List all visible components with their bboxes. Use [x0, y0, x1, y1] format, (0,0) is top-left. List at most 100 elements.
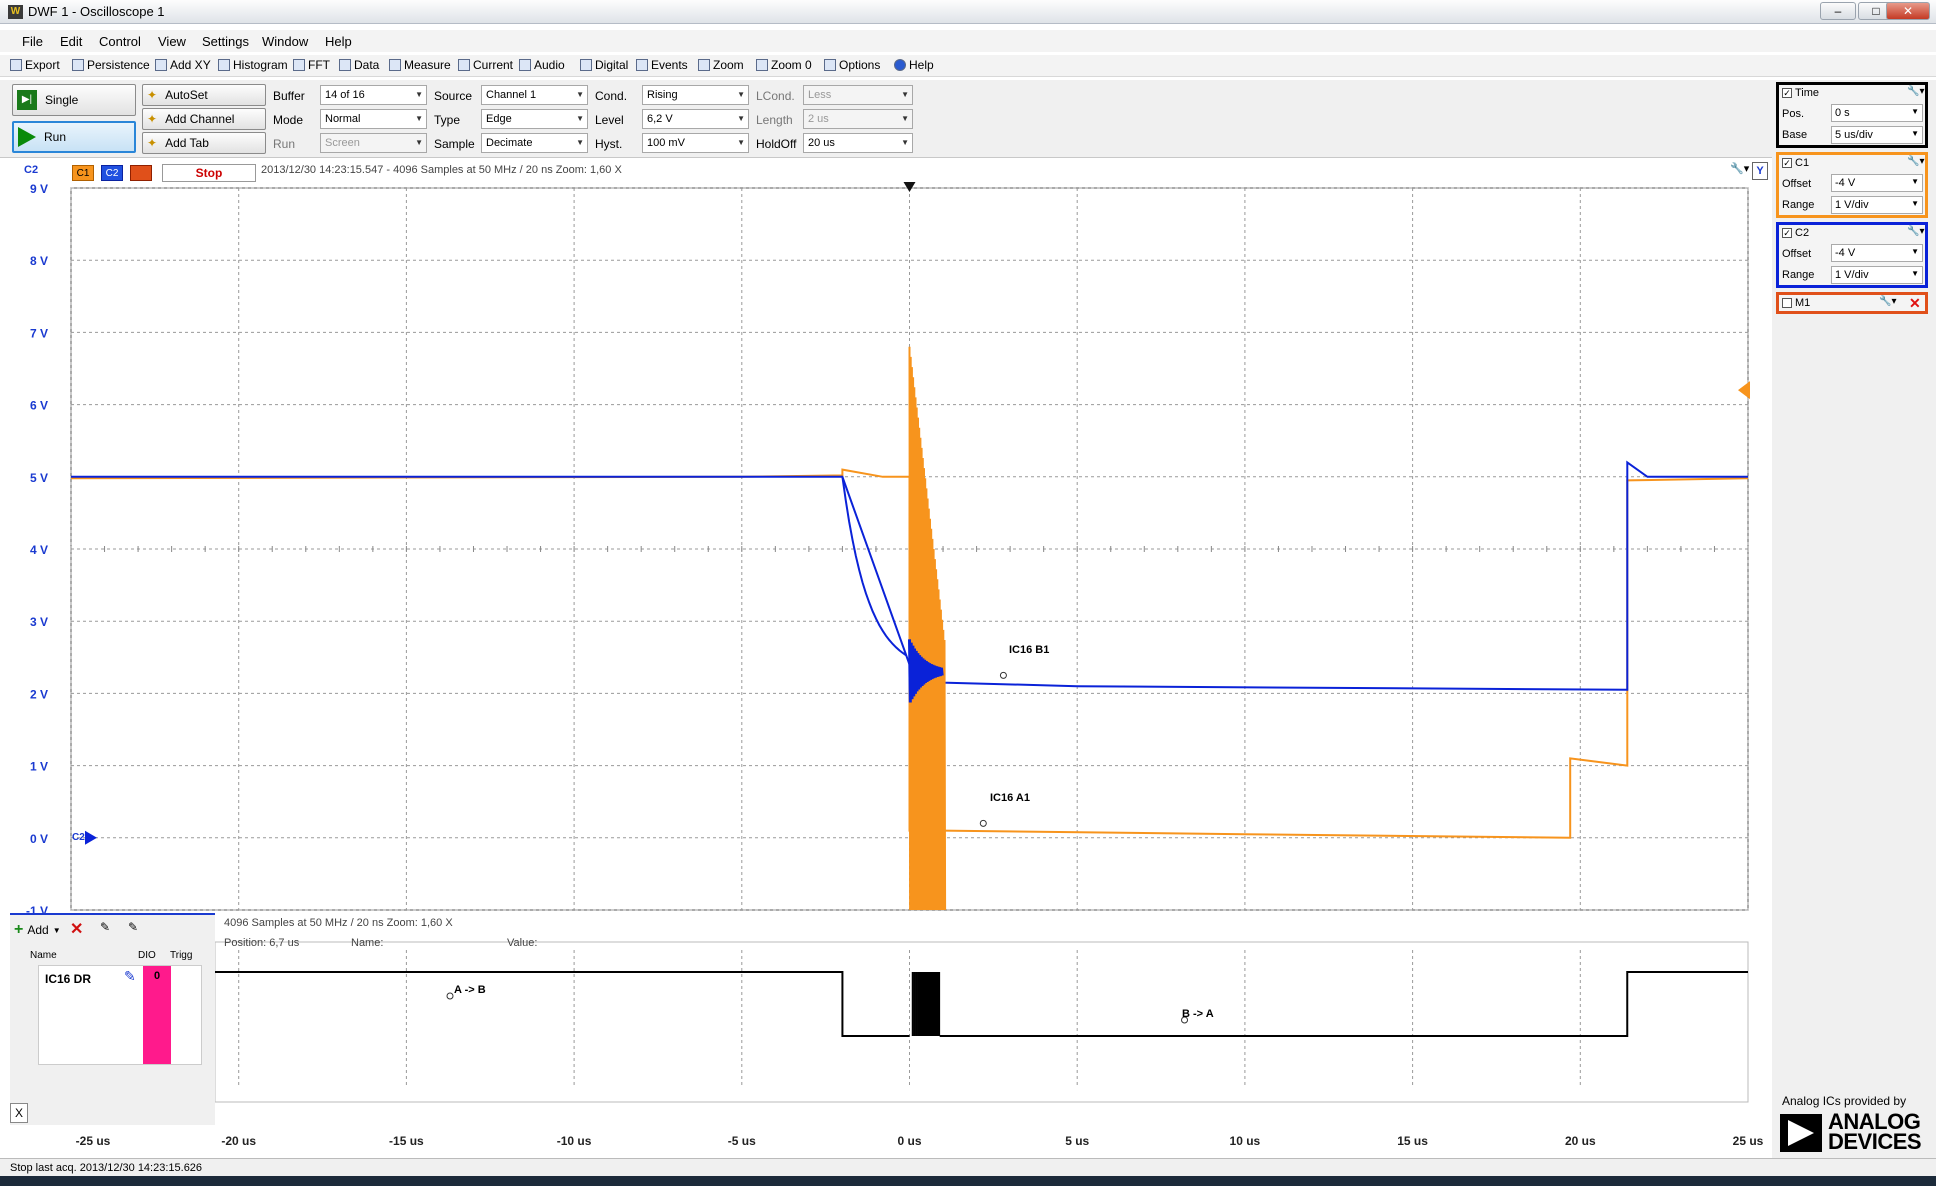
current-button[interactable]: Current [458, 58, 513, 72]
options-button[interactable]: Options [824, 58, 880, 72]
status-bar: Stop last acq. 2013/12/30 14:23:15.626 [0, 1158, 1936, 1176]
type-select[interactable]: Edge ▼ [481, 109, 588, 129]
menu-control[interactable]: Control [99, 34, 141, 49]
time-tools-icon[interactable]: 🔧▾ [1907, 86, 1924, 97]
analog-devices-logo: Analog ICs provided by ANALOG DEVICES [1780, 1094, 1930, 1154]
persistence-button[interactable]: Persistence [72, 58, 150, 72]
single-button[interactable]: ▶| Single [12, 84, 136, 116]
fft-button[interactable]: FFT [293, 58, 330, 72]
c2-header[interactable]: ✓ C2 [1782, 227, 1809, 239]
checkbox-icon: ✓ [1782, 228, 1792, 239]
data-button[interactable]: Data [339, 58, 379, 72]
help-button[interactable]: Help [894, 58, 934, 72]
single-play-icon: ▶| [17, 90, 37, 110]
y-axis-button[interactable]: Y [1752, 162, 1768, 180]
add-xy-button[interactable]: Add XY [155, 58, 211, 72]
measure-button[interactable]: Measure [389, 58, 451, 72]
pencil-icon[interactable]: ✎ [124, 968, 136, 985]
run-button[interactable]: Run [12, 121, 136, 153]
remove-icon[interactable]: ✕ [70, 919, 83, 939]
c2-tools-icon[interactable]: 🔧▾ [1907, 226, 1924, 237]
os-taskbar [0, 1176, 1936, 1186]
chevron-down-icon: ▼ [901, 138, 909, 147]
source-label: Source [434, 89, 473, 103]
logic-add-button[interactable]: + Add ▼ [14, 921, 61, 939]
y-tick-label: 9 V [30, 182, 48, 196]
x-axis-button[interactable]: X [10, 1103, 28, 1123]
events-button[interactable]: Events [636, 58, 688, 72]
c1-tools-icon[interactable]: 🔧▾ [1907, 156, 1924, 167]
hyst-field[interactable]: 100 mV ▼ [642, 133, 749, 153]
zoom-button[interactable]: Zoom [698, 58, 744, 72]
close-button[interactable]: ✕ [1886, 2, 1930, 20]
menu-file[interactable]: File [22, 34, 43, 49]
base-field[interactable]: 5 us/div ▼ [1831, 126, 1923, 144]
menu-bar: File Edit Control View Settings Window H… [0, 30, 1936, 52]
scope-view[interactable]: -25 us -20 us -15 us -10 us -5 us 0 us 5 us 10 … [10, 160, 1770, 1148]
y-tick-label: 1 V [30, 760, 48, 774]
menu-settings[interactable]: Settings [202, 34, 249, 49]
help-icon [894, 59, 906, 71]
logic-value-label: Value: [507, 937, 538, 949]
zoom-0-button[interactable]: Zoom 0 [756, 58, 812, 72]
label-ic16-a1: IC16 A1 [990, 792, 1030, 804]
source-select[interactable]: Channel 1 ▼ [481, 85, 588, 105]
export-button[interactable]: Export [10, 58, 60, 72]
minimize-button[interactable]: – [1820, 2, 1856, 20]
magnifier-icon [698, 59, 710, 71]
chevron-down-icon: ▼ [576, 138, 584, 147]
autoset-button[interactable]: ✦ AutoSet [142, 84, 266, 106]
settings-icon[interactable]: ✎ [128, 920, 138, 934]
annotation-pin-icon [446, 992, 454, 1000]
pos-field[interactable]: 0 s ▼ [1831, 104, 1923, 122]
chevron-down-icon: ▼ [576, 90, 584, 99]
oscilloscope-plot[interactable]: -25 us -20 us -15 us -10 us -5 us 0 us 5 us 10 … [10, 160, 1770, 1160]
time-header[interactable]: ✓ Time [1782, 87, 1819, 99]
histogram-button[interactable]: Histogram [218, 58, 288, 72]
cond-select[interactable]: Rising ▼ [642, 85, 749, 105]
logic-signal-row[interactable]: IC16 DR ✎ 0 [38, 965, 202, 1065]
dio-cell[interactable]: 0 [143, 966, 171, 1064]
edit-icon[interactable]: ✎ [100, 920, 110, 934]
buffer-select[interactable]: 14 of 16 ▼ [320, 85, 427, 105]
c1-range-field[interactable]: 1 V/div ▼ [1831, 196, 1923, 214]
plot-tools-icon[interactable]: 🔧▾ [1730, 162, 1752, 180]
holdoff-field[interactable]: 20 us ▼ [803, 133, 913, 153]
c2-range-field[interactable]: 1 V/div ▼ [1831, 266, 1923, 284]
digital-button[interactable]: Digital [580, 58, 628, 72]
menu-window[interactable]: Window [262, 34, 308, 49]
logo-tagline: Analog ICs provided by [1782, 1094, 1907, 1108]
add-channel-button[interactable]: ✦ Add Channel [142, 108, 266, 130]
c2-tag[interactable]: C2 [101, 165, 123, 181]
c2-offset-marker[interactable]: C2 [72, 832, 85, 843]
sample-select[interactable]: Decimate ▼ [481, 133, 588, 153]
run-mode-select: Screen ▼ [320, 133, 427, 153]
audio-button[interactable]: Audio [519, 58, 565, 72]
add-tab-button[interactable]: ✦ Add Tab [142, 132, 266, 154]
m1-remove-icon[interactable]: ✕ [1909, 295, 1921, 312]
menu-view[interactable]: View [158, 34, 186, 49]
add-tab-icon: ✦ [147, 136, 158, 150]
c1-header[interactable]: ✓ C1 [1782, 157, 1809, 169]
pos-label: Pos. [1782, 108, 1805, 120]
acquisition-info: 2013/12/30 14:23:15.547 - 4096 Samples a… [261, 164, 622, 176]
m1-tools-icon[interactable]: 🔧▾ [1879, 296, 1896, 307]
m1-tag[interactable]: M1 [130, 165, 152, 181]
chevron-down-icon: ▼ [901, 114, 909, 123]
m1-header[interactable]: M1 [1782, 297, 1810, 309]
mode-select[interactable]: Normal ▼ [320, 109, 427, 129]
y-tick-label: 2 V [30, 687, 48, 701]
plus-icon: + [14, 921, 24, 938]
c1-offset-field[interactable]: -4 V ▼ [1831, 174, 1923, 192]
menu-help[interactable]: Help [325, 34, 352, 49]
chevron-down-icon: ▼ [737, 138, 745, 147]
menu-edit[interactable]: Edit [60, 34, 82, 49]
digital-icon [580, 59, 592, 71]
holdoff-label: HoldOff [756, 137, 797, 151]
x-tick-label: -25 us [76, 1134, 111, 1148]
chevron-down-icon: ▼ [415, 114, 423, 123]
c1-tag[interactable]: C1 [72, 165, 94, 181]
c2-offset-field[interactable]: -4 V ▼ [1831, 244, 1923, 262]
chevron-down-icon: ▼ [737, 90, 745, 99]
level-field[interactable]: 6,2 V ▼ [642, 109, 749, 129]
